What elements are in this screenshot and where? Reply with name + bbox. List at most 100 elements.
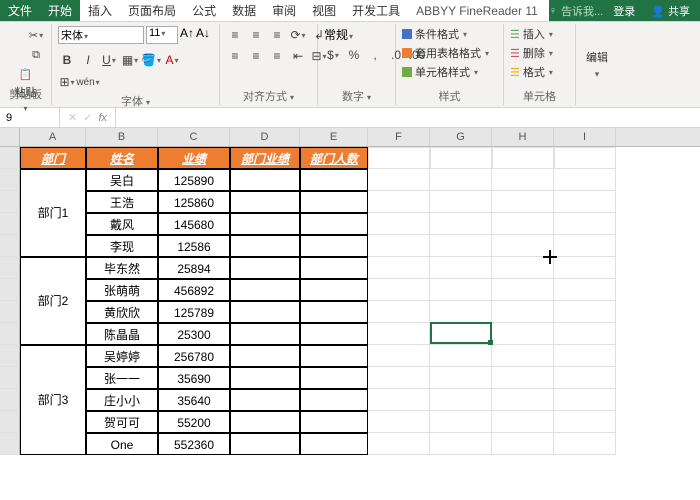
- cell[interactable]: [430, 389, 492, 411]
- cell[interactable]: [430, 323, 492, 345]
- editing-button[interactable]: 编辑: [586, 49, 608, 65]
- cell-styles-button[interactable]: 单元格样式: [402, 64, 478, 80]
- tab-file[interactable]: 文件: [0, 0, 40, 21]
- cell[interactable]: [368, 301, 430, 323]
- tab-home[interactable]: 开始: [40, 0, 80, 21]
- decrease-indent-icon[interactable]: ⇤: [289, 47, 307, 65]
- row-header[interactable]: [0, 257, 20, 279]
- cell[interactable]: [368, 213, 430, 235]
- value-cell[interactable]: 55200: [158, 411, 230, 433]
- cut-icon[interactable]: ✂: [27, 26, 45, 44]
- cell[interactable]: [430, 301, 492, 323]
- cell[interactable]: [368, 389, 430, 411]
- cell[interactable]: [430, 433, 492, 455]
- number-format-select[interactable]: 常规: [324, 26, 388, 43]
- cell[interactable]: [554, 345, 616, 367]
- cell[interactable]: [300, 169, 368, 191]
- value-cell[interactable]: 552360: [158, 433, 230, 455]
- row-header[interactable]: [0, 411, 20, 433]
- format-cells-button[interactable]: ☰格式: [510, 64, 553, 80]
- cell[interactable]: [554, 169, 616, 191]
- header-cell[interactable]: 部门人数: [300, 147, 368, 169]
- cell[interactable]: [368, 411, 430, 433]
- cell[interactable]: [230, 301, 300, 323]
- decrease-font-icon[interactable]: A↓: [196, 26, 210, 44]
- tab-insert[interactable]: 插入: [80, 0, 120, 21]
- fill-color-button[interactable]: 🪣: [142, 51, 160, 69]
- row-header[interactable]: [0, 169, 20, 191]
- col-header[interactable]: I: [554, 128, 616, 146]
- value-cell[interactable]: 145680: [158, 213, 230, 235]
- col-header[interactable]: H: [492, 128, 554, 146]
- name-cell[interactable]: 吴婷婷: [86, 345, 158, 367]
- cell[interactable]: [300, 257, 368, 279]
- row-header[interactable]: [0, 301, 20, 323]
- cell[interactable]: [230, 411, 300, 433]
- tab-review[interactable]: 审阅: [264, 0, 304, 21]
- row-header[interactable]: [0, 433, 20, 455]
- align-left-icon[interactable]: ≡: [226, 47, 244, 65]
- cell[interactable]: [492, 389, 554, 411]
- align-middle-icon[interactable]: ≡: [247, 26, 265, 44]
- row-header[interactable]: [0, 345, 20, 367]
- insert-cells-button[interactable]: ☰插入: [510, 26, 553, 42]
- tab-page-layout[interactable]: 页面布局: [120, 0, 184, 21]
- dept-cell[interactable]: 部门3: [20, 345, 86, 455]
- cell[interactable]: [430, 367, 492, 389]
- login-button[interactable]: 登录: [607, 3, 641, 19]
- cell[interactable]: [492, 279, 554, 301]
- col-header[interactable]: G: [430, 128, 492, 146]
- cell[interactable]: [430, 235, 492, 257]
- row-header[interactable]: [0, 389, 20, 411]
- name-cell[interactable]: 黄欣欣: [86, 301, 158, 323]
- col-header[interactable]: B: [86, 128, 158, 146]
- cell[interactable]: [492, 257, 554, 279]
- cell[interactable]: [492, 367, 554, 389]
- format-as-table-button[interactable]: 套用表格格式: [402, 45, 489, 61]
- cell[interactable]: [300, 433, 368, 455]
- row-header[interactable]: [0, 191, 20, 213]
- cell[interactable]: [368, 433, 430, 455]
- cell[interactable]: [554, 235, 616, 257]
- cell[interactable]: [300, 367, 368, 389]
- cancel-formula-icon[interactable]: ✕: [68, 111, 77, 124]
- value-cell[interactable]: 35690: [158, 367, 230, 389]
- cell[interactable]: [492, 213, 554, 235]
- cell[interactable]: [554, 301, 616, 323]
- spreadsheet-grid[interactable]: A B C D E F G H I 部门 姓名 业绩 部门业绩 部门人数 部门1…: [0, 128, 700, 500]
- cell[interactable]: [300, 213, 368, 235]
- cell[interactable]: [554, 147, 616, 169]
- cell[interactable]: [368, 257, 430, 279]
- value-cell[interactable]: 125860: [158, 191, 230, 213]
- cell[interactable]: [300, 301, 368, 323]
- orientation-icon[interactable]: ⟳: [289, 26, 307, 44]
- header-cell[interactable]: 姓名: [86, 147, 158, 169]
- row-header[interactable]: [0, 235, 20, 257]
- cell[interactable]: [300, 411, 368, 433]
- cell[interactable]: [492, 235, 554, 257]
- name-cell[interactable]: 张一一: [86, 367, 158, 389]
- cell[interactable]: [300, 235, 368, 257]
- cell[interactable]: [300, 345, 368, 367]
- cell[interactable]: [492, 411, 554, 433]
- row-header[interactable]: [0, 323, 20, 345]
- phonetic-button[interactable]: wén: [79, 73, 97, 91]
- cell[interactable]: [554, 433, 616, 455]
- cell[interactable]: [368, 279, 430, 301]
- col-header[interactable]: C: [158, 128, 230, 146]
- cell[interactable]: [230, 235, 300, 257]
- tab-formulas[interactable]: 公式: [184, 0, 224, 21]
- cell[interactable]: [368, 169, 430, 191]
- cell[interactable]: [368, 235, 430, 257]
- cell[interactable]: [300, 191, 368, 213]
- cell[interactable]: [430, 191, 492, 213]
- font-color-button[interactable]: A: [163, 51, 181, 69]
- cell[interactable]: [430, 213, 492, 235]
- header-cell[interactable]: 部门业绩: [230, 147, 300, 169]
- bold-button[interactable]: B: [58, 51, 76, 69]
- cell[interactable]: [430, 345, 492, 367]
- underline-button[interactable]: U: [100, 51, 118, 69]
- name-cell[interactable]: 贺可可: [86, 411, 158, 433]
- col-header[interactable]: A: [20, 128, 86, 146]
- cell[interactable]: [492, 301, 554, 323]
